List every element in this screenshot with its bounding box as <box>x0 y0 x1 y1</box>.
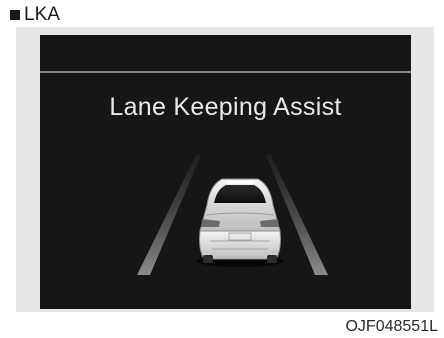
lane-keeping-car-icon <box>137 155 328 275</box>
left-lane-line <box>137 155 201 275</box>
figure-code: OJF048551L <box>345 318 438 335</box>
square-bullet-icon <box>10 10 20 20</box>
section-title: LKA <box>24 4 60 25</box>
manual-figure-page: LKA Lane Keeping Assist OJF048551L <box>0 0 444 338</box>
cluster-display-frame: Lane Keeping Assist <box>16 27 434 312</box>
car-rear-view <box>196 178 284 267</box>
cluster-display-screen: Lane Keeping Assist <box>40 35 411 309</box>
section-header: LKA <box>10 4 60 26</box>
